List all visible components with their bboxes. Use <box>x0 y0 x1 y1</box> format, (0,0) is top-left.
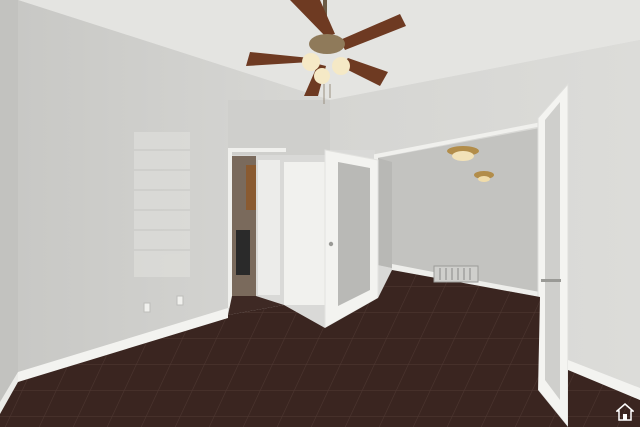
kitchen-cabinet <box>246 165 256 210</box>
back-room-side <box>378 158 392 268</box>
door-panel-left <box>284 162 325 305</box>
window-light <box>134 132 190 277</box>
center-wall <box>228 100 330 155</box>
floor-vent-icon <box>433 265 479 283</box>
french-door-glass <box>338 162 370 306</box>
door-knob-center[interactable] <box>328 241 334 247</box>
french-door-right-glass <box>545 102 560 400</box>
kitchen-appliance <box>236 230 250 275</box>
house-logo-icon <box>616 403 634 421</box>
doorway-jamb-left <box>228 148 232 308</box>
room-scene <box>0 0 640 427</box>
door-handle-right[interactable] <box>541 279 561 282</box>
doorway-frame <box>228 148 286 152</box>
left-corner-wall <box>0 0 18 410</box>
outlet-icon <box>143 302 151 313</box>
room-photo <box>0 0 640 427</box>
outlet-icon <box>176 295 184 306</box>
inner-door <box>258 160 280 295</box>
